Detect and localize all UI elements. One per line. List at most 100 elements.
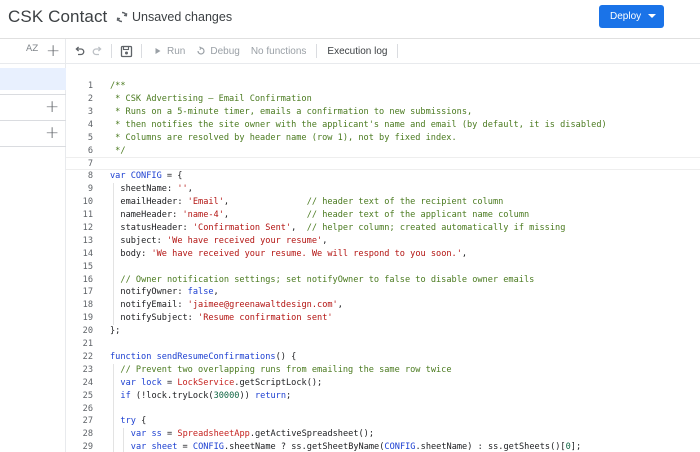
code-token: getScriptLock (239, 377, 307, 388)
code-line[interactable]: 5 * Columns are resolved by header name … (66, 132, 700, 145)
code-token: return (254, 390, 287, 401)
code-editor[interactable]: 1 /** 2 * CSK Advertising – Email Confirma… (66, 64, 700, 452)
code-line[interactable]: 10 emailHeader: 'Email', // header text o… (66, 196, 700, 209)
code-token: try (120, 416, 142, 427)
indent-guide (123, 428, 125, 452)
code-line[interactable]: 17 notifyOwner: false, (66, 286, 700, 299)
code-line[interactable]: 12 statusHeader: 'Confirmation Sent', // … (66, 222, 700, 235)
code-token: = (177, 442, 193, 452)
code-token: sheet (151, 442, 178, 452)
indent-guide (113, 183, 114, 326)
code-token: : (177, 300, 188, 311)
chevron-down-icon[interactable] (648, 14, 656, 18)
code-line[interactable]: 9 sheetName: '', (66, 183, 700, 196)
line-number: 14 (82, 248, 93, 259)
selected-file-item[interactable] (0, 68, 66, 90)
code-line[interactable]: 11 nameHeader: 'name-4', // header text o… (66, 209, 700, 222)
code-line[interactable]: 3 * Runs on a 5-minute timer, emails a c… (66, 106, 700, 119)
line-number: 25 (82, 390, 93, 401)
line-source: * Columns are resolved by header name (r… (110, 132, 456, 145)
line-source: */ (110, 145, 126, 158)
line-source: function sendResumeConfirmations() { (110, 351, 296, 364)
debug-button[interactable]: Debug (196, 45, 240, 57)
sort-az-icon[interactable]: AZ (26, 45, 38, 54)
files-panel: AZ + + + (0, 38, 66, 452)
line-source: /** (110, 80, 126, 93)
code-line[interactable]: 29 var sheet = CONFIG.sheetName ? ss.getS… (66, 441, 700, 452)
line-number: 3 (87, 106, 93, 117)
code-line[interactable]: 1 /** (66, 80, 700, 93)
code-token: 30000 (213, 390, 240, 401)
line-source: notifySubject: 'Resume confirmation sent… (120, 312, 332, 325)
code-line[interactable]: 15 (66, 261, 700, 274)
code-line[interactable]: 19 notifySubject: 'Resume confirmation se… (66, 312, 700, 325)
code-token: emailHeader (120, 197, 178, 208)
line-number: 27 (82, 416, 93, 427)
code-token: subject (120, 235, 157, 246)
indent-guide (113, 363, 114, 452)
line-number: 19 (82, 313, 93, 324)
code-line[interactable]: 6 */ (66, 145, 700, 158)
code-token: notifySubject (120, 313, 188, 324)
line-source: var ss = SpreadsheetApp.getActiveSpreads… (131, 428, 374, 441)
code-token: 'We have received your resume. We will r… (151, 248, 462, 259)
line-source: sheetName: '', (120, 183, 192, 196)
line-number: 8 (87, 171, 93, 182)
code-line[interactable]: 16 // Owner notification settings; set no… (66, 274, 700, 287)
code-token: 'We have received your resume' (166, 235, 323, 246)
code-token: sheetName (229, 442, 276, 452)
undo-icon[interactable] (74, 46, 85, 57)
code-token: */ (110, 145, 126, 156)
line-source: if (!lock.tryLock(30000)) return; (120, 390, 291, 403)
code-token: var (130, 429, 152, 440)
code-token: LockService (177, 377, 235, 388)
code-line[interactable]: 4 * then notifies the site owner with th… (66, 119, 700, 132)
line-number: 21 (82, 339, 93, 349)
line-source: try { (120, 415, 146, 428)
code-token: : (177, 197, 188, 208)
code-line[interactable]: 20}; (66, 325, 700, 338)
line-source: }; (110, 325, 120, 338)
deploy-label: Deploy (610, 11, 642, 22)
add-file-icon[interactable]: + (46, 43, 60, 60)
code-line[interactable]: 25 if (!lock.tryLock(30000)) return; (66, 390, 700, 403)
code-line[interactable]: 28 var ss = SpreadsheetApp.getActiveSprea… (66, 428, 700, 441)
code-line[interactable]: 26 (66, 403, 700, 416)
line-source: emailHeader: 'Email', // header text of … (120, 196, 503, 209)
code-line[interactable]: 7 (66, 157, 700, 171)
code-token: lock (141, 377, 162, 388)
code-line[interactable]: 22 function sendResumeConfirmations() { (66, 351, 700, 364)
code-line[interactable]: 21 (66, 338, 700, 351)
save-icon[interactable] (120, 45, 133, 58)
code-token: sheetName (420, 442, 468, 452)
line-source: statusHeader: 'Confirmation Sent', // he… (120, 222, 565, 235)
line-number: 13 (82, 235, 93, 246)
code-token: var (120, 377, 142, 388)
debug-label: Debug (210, 45, 240, 57)
project-title[interactable]: CSK Contact (8, 7, 107, 27)
add-service-icon[interactable]: + (45, 125, 59, 142)
deploy-button[interactable]: Deploy (599, 5, 664, 28)
run-button[interactable]: Run (154, 46, 185, 57)
line-source: * then notifies the site owner with the … (110, 119, 607, 132)
code-token: sheetName (120, 184, 167, 195)
code-token: 'Resume confirmation sent' (198, 313, 333, 324)
code-line[interactable]: 13 subject: 'We have received your resume… (66, 235, 700, 248)
code-line[interactable]: 8 var CONFIG = { (66, 170, 700, 183)
code-line[interactable]: 14 body: 'We have received your resume. W… (66, 248, 700, 261)
code-token: lock (146, 390, 167, 401)
code-line[interactable]: 2 * CSK Advertising – Email Confirmation (66, 93, 700, 106)
code-line[interactable]: 23 // Prevent two overlapping runs from e… (66, 364, 700, 377)
code-token: statusHeader (120, 222, 183, 233)
code-line[interactable]: 27 try { (66, 415, 700, 428)
code-token: false (187, 287, 214, 298)
redo-icon[interactable] (92, 46, 103, 57)
code-line[interactable]: 24 var lock = LockService.getScriptLock()… (66, 377, 700, 390)
code-line[interactable]: 18 notifyEmail: 'jaimee@greenawaltdesign.… (66, 299, 700, 312)
divider (0, 146, 66, 147)
function-select[interactable]: No functions (251, 46, 307, 57)
line-number: 9 (87, 184, 93, 195)
add-library-icon[interactable]: + (45, 99, 59, 116)
code-token: getSheetByName (306, 442, 380, 452)
execution-log-button[interactable]: Execution log (327, 46, 387, 57)
